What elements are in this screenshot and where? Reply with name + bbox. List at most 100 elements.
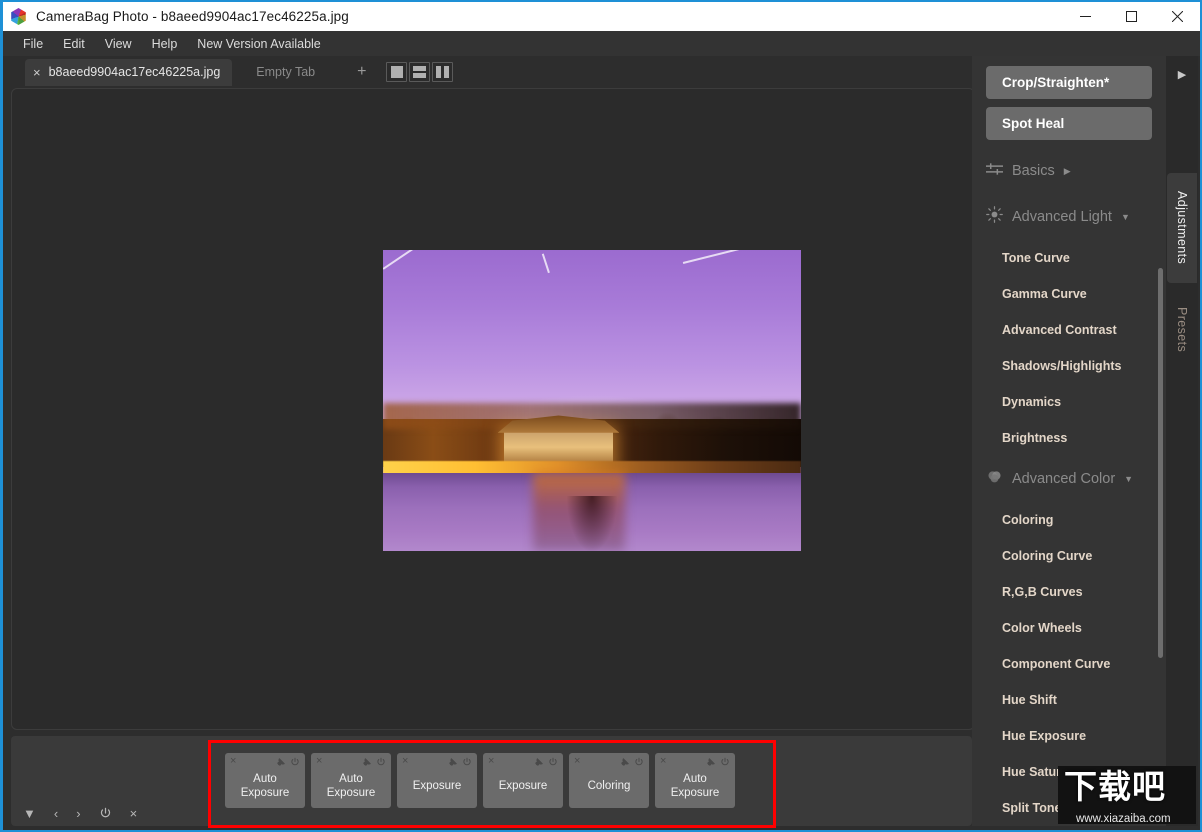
sidebar-group-label: Basics (1012, 163, 1055, 179)
view-mode-group (386, 62, 454, 82)
sidebar-item-tone-curve[interactable]: Tone Curve (972, 240, 1166, 276)
camerabag-window: CameraBag Photo - b8aeed9904ac17ec46225a… (0, 0, 1202, 832)
sidebar-button-crop-straighten[interactable]: Crop/Straighten* (986, 66, 1152, 99)
history-chip[interactable]: × Auto Exposure (655, 753, 735, 808)
sidebar-item-label: Gamma Curve (1002, 287, 1087, 301)
window-controls (1062, 1, 1200, 32)
history-power-icon[interactable] (99, 807, 112, 820)
red-annotation-arrow (417, 719, 497, 730)
menu-bar: File Edit View Help New Version Availabl… (3, 31, 1200, 56)
sidebar-item-color-wheels[interactable]: Color Wheels (972, 610, 1166, 646)
close-button[interactable] (1154, 1, 1200, 32)
tab-active-image[interactable]: × b8aeed9904ac17ec46225a.jpg (25, 58, 233, 86)
chip-pin-icon[interactable] (706, 757, 716, 767)
chip-pin-icon[interactable] (534, 757, 544, 767)
history-chips-highlight: × Auto Exposure × Auto Exposure × Exposu… (208, 740, 776, 828)
minimize-button[interactable] (1062, 1, 1108, 32)
sidebar-item-advanced-contrast[interactable]: Advanced Contrast (972, 312, 1166, 348)
history-prev-icon[interactable]: ‹ (54, 807, 58, 820)
tab-presets[interactable]: Presets (1167, 293, 1197, 367)
chip-remove-icon[interactable]: × (316, 756, 322, 767)
menu-help[interactable]: Help (142, 34, 188, 54)
sidebar-item-shadows-highlights[interactable]: Shadows/Highlights (972, 348, 1166, 384)
right-vertical-tabs: ▶ Adjustments Presets (1166, 56, 1198, 826)
chip-power-icon[interactable] (634, 757, 644, 767)
sidebar-group-advanced-light[interactable]: Advanced Light ▼ (972, 194, 1166, 240)
sidebar-item-hue-exposure[interactable]: Hue Exposure (972, 718, 1166, 754)
view-mode-split-horizontal-button[interactable] (409, 62, 431, 82)
menu-new-version-available[interactable]: New Version Available (187, 34, 330, 54)
tab-close-icon[interactable]: × (33, 66, 41, 79)
chip-remove-icon[interactable]: × (230, 756, 236, 767)
sidebar-item-dynamics[interactable]: Dynamics (972, 384, 1166, 420)
history-chip[interactable]: × Auto Exposure (225, 753, 305, 808)
sidebar-group-label: Advanced Color (1012, 471, 1116, 487)
camerabag-cube-icon (10, 8, 27, 25)
photo-preview[interactable] (383, 250, 801, 551)
chip-power-icon[interactable] (376, 757, 386, 767)
chip-pin-icon[interactable] (620, 757, 630, 767)
chip-label: Exposure (498, 779, 548, 792)
maximize-button[interactable] (1108, 1, 1154, 32)
sidebar-item-brightness[interactable]: Brightness (972, 420, 1166, 456)
chip-label: Auto Exposure (670, 772, 720, 799)
color-drops-icon (986, 468, 1003, 490)
history-chip-list: × Auto Exposure × Auto Exposure × Exposu… (211, 743, 773, 808)
sidebar-group-advanced-color[interactable]: Advanced Color ▼ (972, 456, 1166, 502)
sidebar-item-gamma-curve[interactable]: Gamma Curve (972, 276, 1166, 312)
sidebar-item-component-curve[interactable]: Component Curve (972, 646, 1166, 682)
history-chip[interactable]: × Exposure (483, 753, 563, 808)
chip-remove-icon[interactable]: × (574, 756, 580, 767)
view-mode-single-button[interactable] (386, 62, 408, 82)
photo-water-reflection (383, 472, 801, 551)
adjustments-scroll-area[interactable]: Crop/Straighten* Spot Heal Basics ▶ Adva… (972, 56, 1166, 826)
history-clear-icon[interactable]: × (130, 807, 138, 820)
sidebar-group-label: Advanced Light (1012, 209, 1112, 225)
sidebar-item-label: Coloring (1002, 513, 1054, 527)
chip-power-icon[interactable] (548, 757, 558, 767)
tab-empty[interactable]: Empty Tab (256, 65, 315, 79)
history-chip[interactable]: × Coloring (569, 753, 649, 808)
chip-remove-icon[interactable]: × (402, 756, 408, 767)
chip-remove-icon[interactable]: × (660, 756, 666, 767)
sidebar-item-label: Dynamics (1002, 395, 1062, 409)
history-next-icon[interactable]: › (76, 807, 80, 820)
panel-collapse-icon[interactable]: ▶ (1166, 70, 1198, 81)
sidebar-group-basics[interactable]: Basics ▶ (972, 148, 1166, 194)
menu-file[interactable]: File (13, 34, 53, 54)
chip-pin-icon[interactable] (362, 757, 372, 767)
adjustments-sidebar: Crop/Straighten* Spot Heal Basics ▶ Adva… (972, 56, 1166, 826)
sidebar-button-spot-heal[interactable]: Spot Heal (986, 107, 1152, 140)
history-collapse-icon[interactable]: ▼ (23, 807, 36, 820)
chip-power-icon[interactable] (290, 757, 300, 767)
menu-view[interactable]: View (95, 34, 142, 54)
sidebar-item-split-tone[interactable]: Split Tone (972, 790, 1166, 826)
chip-remove-icon[interactable]: × (488, 756, 494, 767)
tab-adjustments[interactable]: Adjustments (1167, 173, 1197, 283)
sidebar-item-rgb-curves[interactable]: R,G,B Curves (972, 574, 1166, 610)
chip-power-icon[interactable] (462, 757, 472, 767)
history-chip[interactable]: × Exposure (397, 753, 477, 808)
add-tab-button[interactable]: + (357, 64, 366, 80)
view-mode-split-vertical-button[interactable] (432, 62, 454, 82)
sidebar-item-hue-saturation[interactable]: Hue Saturation (972, 754, 1166, 790)
chip-pin-icon[interactable] (448, 757, 458, 767)
sidebar-item-label: Advanced Contrast (1002, 323, 1117, 337)
menu-edit[interactable]: Edit (53, 34, 95, 54)
sidebar-scrollbar-thumb[interactable] (1158, 268, 1163, 658)
chip-power-icon[interactable] (720, 757, 730, 767)
chevron-right-icon[interactable]: ▶ (1064, 166, 1071, 176)
history-chip[interactable]: × Auto Exposure (311, 753, 391, 808)
chevron-down-icon[interactable]: ▼ (1121, 212, 1130, 222)
sidebar-item-coloring-curve[interactable]: Coloring Curve (972, 538, 1166, 574)
chip-label: Exposure (412, 779, 462, 792)
sidebar-item-coloring[interactable]: Coloring (972, 502, 1166, 538)
window-title: CameraBag Photo - b8aeed9904ac17ec46225a… (36, 9, 349, 24)
chip-label: Auto Exposure (240, 772, 290, 799)
sidebar-item-hue-shift[interactable]: Hue Shift (972, 682, 1166, 718)
image-canvas[interactable] (11, 88, 975, 730)
chip-label: Auto Exposure (326, 772, 376, 799)
chevron-down-icon[interactable]: ▼ (1124, 474, 1133, 484)
chip-pin-icon[interactable] (276, 757, 286, 767)
sun-icon (986, 206, 1003, 228)
